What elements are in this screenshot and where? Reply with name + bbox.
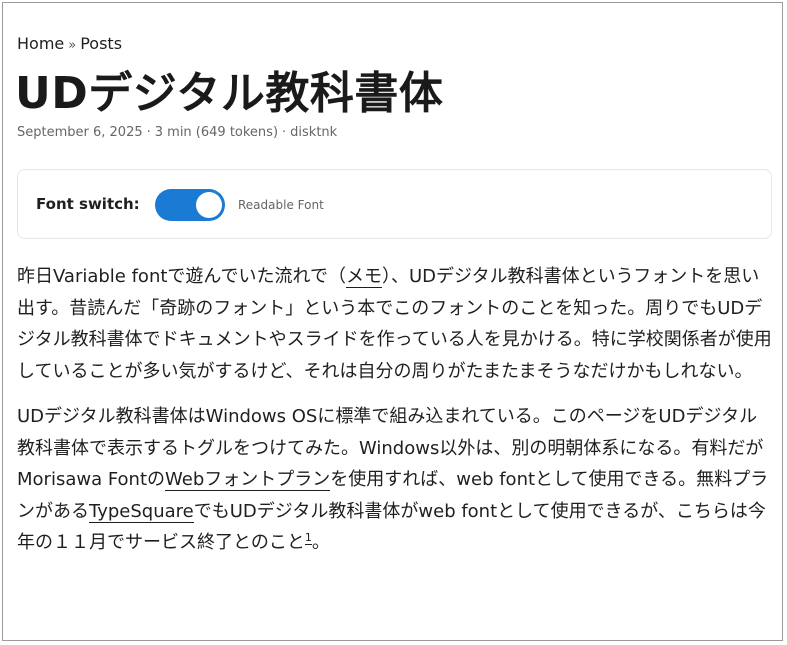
post-meta: September 6, 2025 · 3 min (649 tokens) · dis… [17,125,337,140]
font-switch-label: Font switch: [36,195,140,213]
breadcrumb-separator: » [68,38,77,53]
font-switch-state-label: Readable Font [238,198,324,212]
post-date: September 6, 2025 [17,125,143,140]
post-author: disktnk [290,125,338,140]
breadcrumb-home-link[interactable]: Home [17,34,64,53]
paragraph-1: 昨日Variable fontで遊んでいた流れで（メモ）、UDデジタル教科書体と… [17,261,772,387]
post-content: 昨日Variable fontで遊んでいた流れで（メモ）、UDデジタル教科書体と… [17,261,772,573]
meta-separator: · [282,125,287,140]
page-frame: Home» Posts UDデジタル教科書体 September 6, 2025 ·… [2,2,783,641]
memo-link[interactable]: メモ [345,266,382,288]
page-title: UDデジタル教科書体 [15,68,444,119]
toggle-knob [196,192,222,218]
breadcrumb: Home » Posts [17,34,122,53]
paragraph-text: 昨日Variable fontで遊んでいた流れで（ [17,266,346,287]
web-font-plan-link[interactable]: Webフォントプラン [165,469,331,491]
font-toggle-switch[interactable] [155,189,225,221]
footnote-link[interactable]: 1 [304,531,312,545]
breadcrumb-posts-link[interactable]: Posts [80,34,122,53]
meta-separator: · [146,125,151,140]
paragraph-text: 。 [311,532,330,553]
post-read-time: 3 min (649 tokens) [154,125,279,140]
typesquare-link[interactable]: TypeSquare [89,500,194,523]
paragraph-2: UDデジタル教科書体はWindows OSに標準で組み込まれている。このページを… [17,401,772,559]
font-switch-panel: Font switch: Readable Font [17,169,772,239]
